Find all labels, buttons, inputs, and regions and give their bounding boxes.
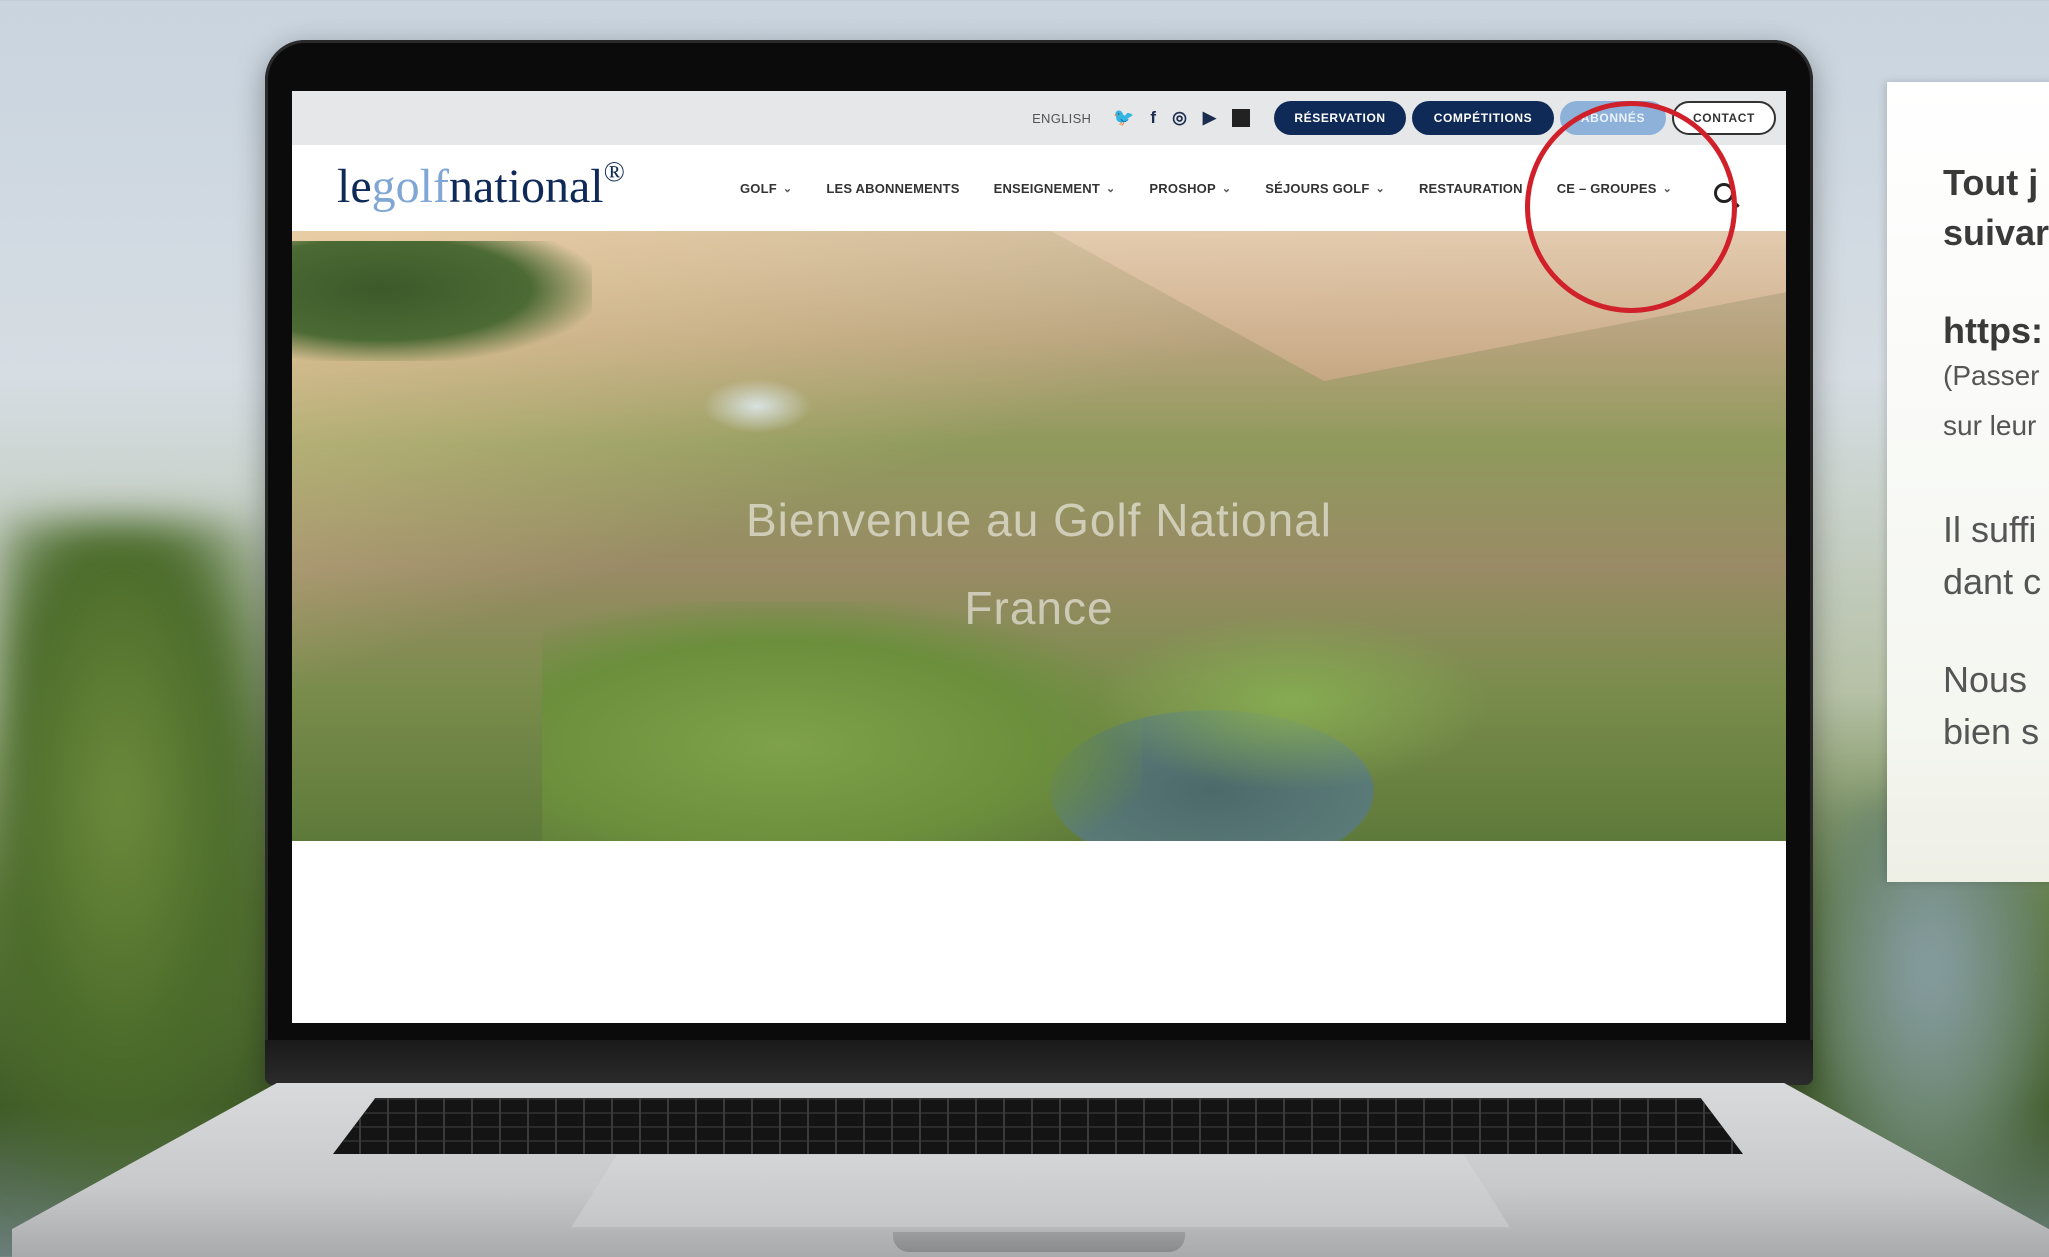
nav-item-label: ENSEIGNEMENT [993, 181, 1100, 196]
hero-fairway [542, 601, 1142, 841]
hero-banner: Bienvenue au Golf National France [292, 231, 1786, 841]
nav-item-abonnements[interactable]: LES ABONNEMENTS [826, 181, 959, 196]
panel-url: https: [1943, 310, 2043, 351]
chevron-down-icon: ⌄ [782, 183, 793, 195]
hero-trees [292, 241, 592, 361]
qr-code-icon[interactable] [1232, 109, 1250, 127]
laptop-screen: ENGLISH 🐦 f ◎ ▶ RÉSERVATION COMPÉTITIONS… [292, 91, 1786, 1023]
nav-item-label: RESTAURATION [1418, 181, 1523, 196]
side-text-panel: Tout j suivar https: (Passer sur leur Il… [1887, 82, 2049, 882]
social-icons: 🐦 f ◎ ▶ [1113, 108, 1250, 128]
chevron-down-icon: ⌄ [1221, 183, 1232, 195]
panel-note-line1: (Passer [1943, 360, 2040, 391]
panel-paragraph-1: Il suffi dant c [1943, 504, 2041, 608]
competitions-button[interactable]: COMPÉTITIONS [1412, 101, 1554, 135]
hero-green [1092, 611, 1492, 791]
hero-title-line1: Bienvenue au Golf National [745, 494, 1333, 546]
nav-item-label: PROSHOP [1149, 181, 1216, 196]
language-link[interactable]: ENGLISH [1032, 111, 1091, 126]
logo-part-national: national [448, 160, 604, 213]
annotation-circle [1525, 101, 1737, 313]
panel-paragraph-2-line1: Nous [1943, 659, 2028, 700]
logo-part-golf: golf [371, 160, 449, 213]
youtube-icon[interactable]: ▶ [1203, 108, 1216, 128]
laptop-keyboard [333, 1098, 1743, 1154]
site-logo[interactable]: legolfnational® [337, 157, 625, 214]
chevron-down-icon: ⌄ [1106, 183, 1116, 195]
twitter-icon[interactable]: 🐦 [1113, 108, 1134, 128]
nav-item-sejours-golf[interactable]: SÉJOURS GOLF ⌄ [1265, 181, 1385, 196]
panel-heading: Tout j suivar [1943, 158, 2049, 258]
hero-title-line2: France [964, 582, 1114, 634]
panel-paragraph-2: Nous bien s [1943, 654, 2039, 758]
facebook-icon[interactable]: f [1150, 108, 1156, 128]
nav-item-proshop[interactable]: PROSHOP ⌄ [1149, 181, 1231, 196]
nav-item-label: LES ABONNEMENTS [826, 181, 960, 196]
nav-item-label: SÉJOURS GOLF [1265, 181, 1370, 196]
panel-note-line2: sur leur [1943, 410, 2037, 441]
instagram-icon[interactable]: ◎ [1172, 108, 1187, 128]
panel-paragraph-1-line1: Il suffi [1943, 509, 2037, 550]
nav-item-golf[interactable]: GOLF ⌄ [740, 181, 792, 196]
panel-paragraph-2-line2: bien s [1943, 711, 2040, 752]
panel-paragraph-1-line2: dant c [1943, 561, 2042, 602]
nav-item-enseignement[interactable]: ENSEIGNEMENT ⌄ [994, 181, 1116, 196]
nav-item-restauration[interactable]: RESTAURATION [1419, 181, 1523, 196]
logo-mark: ® [603, 157, 625, 188]
laptop-trackpad [570, 1155, 1511, 1229]
logo-part-le: le [337, 160, 372, 213]
laptop-bottom-bezel [265, 1040, 1813, 1085]
reservation-button[interactable]: RÉSERVATION [1274, 101, 1406, 135]
laptop-notch [893, 1232, 1185, 1252]
panel-heading-line1: Tout j [1943, 162, 2039, 203]
nav-item-label: GOLF [740, 181, 777, 196]
panel-heading-line2: suivar [1943, 212, 2049, 253]
chevron-down-icon: ⌄ [1375, 183, 1385, 195]
